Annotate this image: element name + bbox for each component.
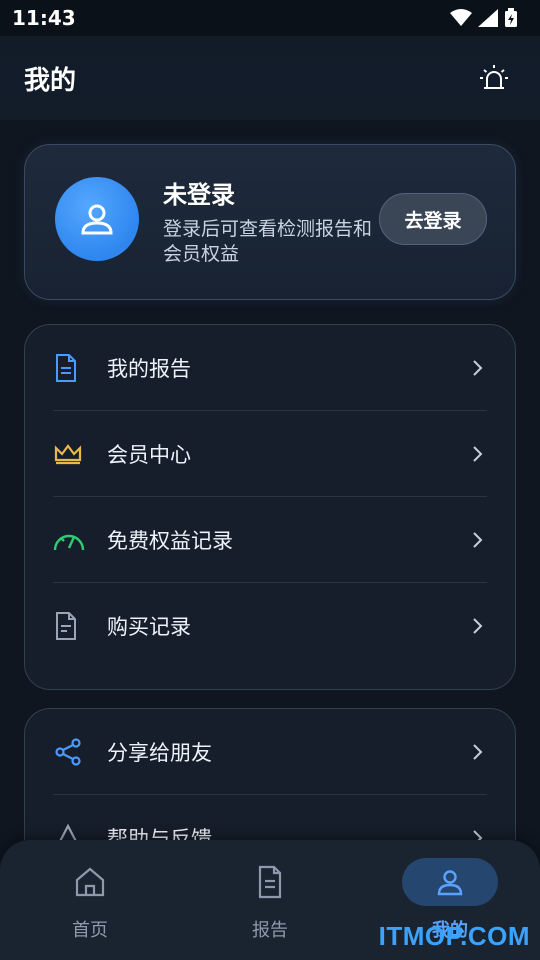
nav-label: 报告 [252,920,288,941]
header-action-button[interactable] [472,56,516,100]
menu-group-main: 我的报告 会员中心 免费权益记录 购买记录 [24,324,516,690]
user-icon [437,870,463,896]
menu-item-label: 我的报告 [107,356,191,381]
menu-item-label: 帮助与反馈 [107,827,212,840]
share-icon [53,735,87,769]
nav-label: 首页 [72,920,108,941]
nav-reports[interactable]: 报告 [180,840,360,960]
user-icon [81,204,113,235]
report-icon [53,351,87,385]
status-icons [450,8,518,28]
chevron-right-icon [467,828,487,840]
menu-item-help[interactable]: 帮助与反馈 [53,795,487,840]
status-bar: 11:43 [0,0,540,36]
nav-icon-wrap [402,858,498,906]
watermark: ITMOP.COM [378,921,530,951]
menu-group-secondary: 分享给朋友 帮助与反馈 [24,708,516,840]
page-title: 我的 [24,65,77,96]
chevron-right-icon [467,444,487,464]
menu-item-free-benefits[interactable]: 免费权益记录 [53,497,487,583]
profile-card: 未登录 登录后可查看检测报告和会员权益 去登录 [24,144,516,300]
help-icon [53,821,87,840]
profile-name: 未登录 [163,181,235,209]
menu-item-label: 购买记录 [107,615,191,639]
content-area: 未登录 登录后可查看检测报告和会员权益 去登录 我的报告 会员中心 免费权益记录… [0,120,540,840]
chevron-right-icon [467,742,487,762]
report-icon [258,865,282,899]
menu-item-purchase-history[interactable]: 购买记录 [53,583,487,669]
receipt-icon [53,609,87,643]
crown-icon [53,437,87,471]
menu-item-label: 免费权益记录 [107,528,233,553]
menu-item-label: 分享给朋友 [107,740,212,765]
chevron-right-icon [467,530,487,550]
menu-item-share[interactable]: 分享给朋友 [53,709,487,795]
login-button[interactable]: 去登录 [379,193,487,245]
home-icon [75,867,105,897]
avatar[interactable] [55,177,139,261]
gauge-icon [53,523,87,557]
chevron-right-icon [467,616,487,636]
nav-home[interactable]: 首页 [0,840,180,960]
menu-item-my-reports[interactable]: 我的报告 [53,325,487,411]
menu-item-label: 会员中心 [107,442,191,467]
profile-description: 登录后可查看检测报告和会员权益 [163,218,373,265]
nav-icon-wrap [222,858,318,906]
siren-icon [480,65,508,89]
battery-icon [505,8,517,27]
chevron-right-icon [467,358,487,378]
wifi-icon [450,9,472,26]
menu-item-membership[interactable]: 会员中心 [53,411,487,497]
app-header: 我的 [0,36,540,120]
status-time: 11:43 [12,6,76,30]
signal-icon [478,9,498,27]
nav-icon-wrap [42,858,138,906]
